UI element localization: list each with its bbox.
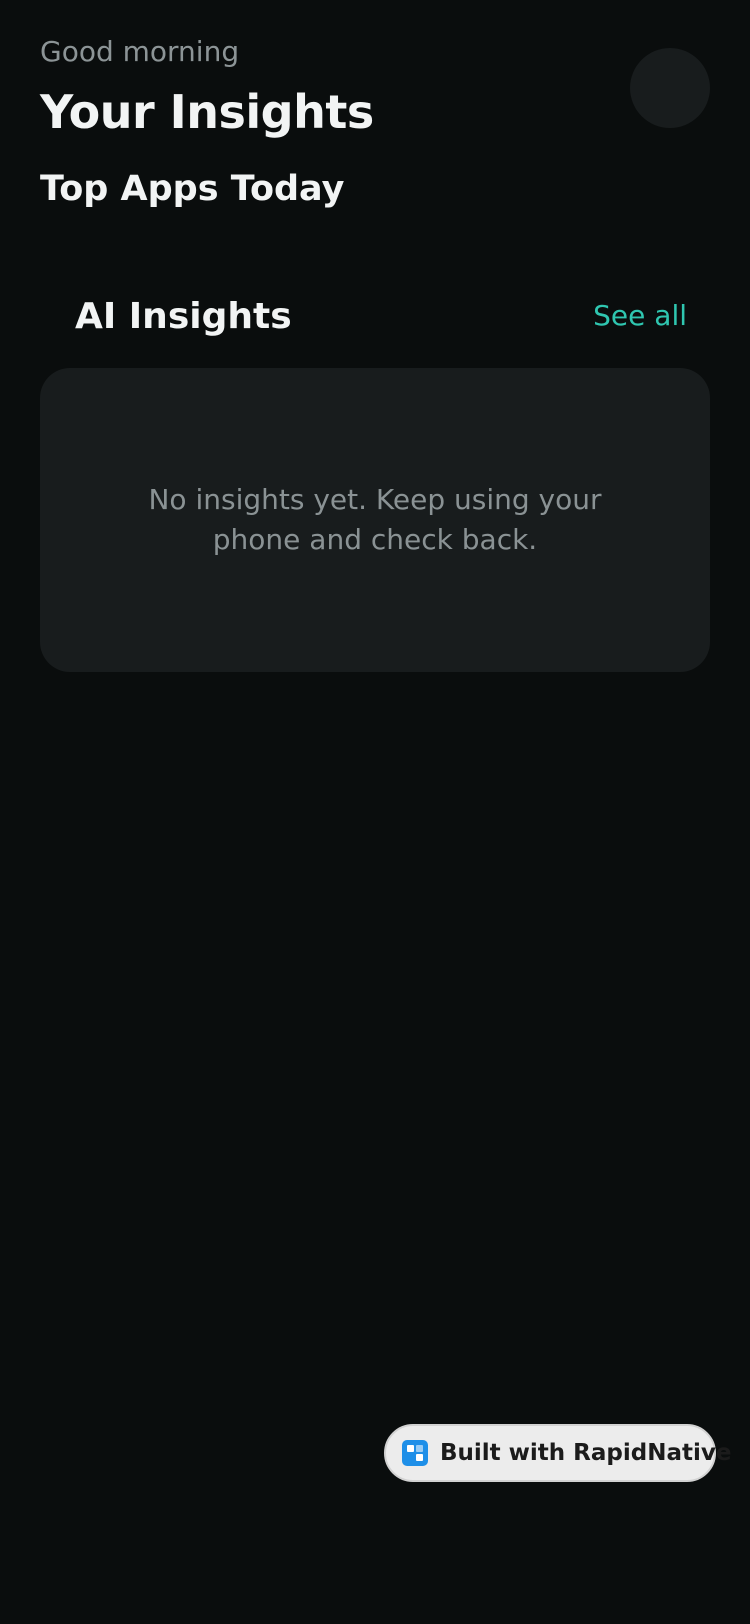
rapidnative-logo-icon — [402, 1440, 428, 1466]
greeting-text: Good morning — [40, 35, 240, 68]
avatar[interactable] — [630, 48, 710, 128]
empty-state-message: No insights yet. Keep using your phone a… — [148, 483, 602, 556]
see-all-link[interactable]: See all — [593, 298, 687, 334]
top-apps-heading: Top Apps Today — [40, 169, 345, 209]
ai-insights-heading: AI Insights — [75, 296, 292, 337]
page-title: Your Insights — [40, 85, 374, 139]
insights-empty-card: No insights yet. Keep using your phone a… — [40, 368, 710, 672]
built-with-badge[interactable]: Built with RapidNative — [384, 1424, 731, 1482]
badge-label: Built with RapidNative — [440, 1440, 732, 1466]
